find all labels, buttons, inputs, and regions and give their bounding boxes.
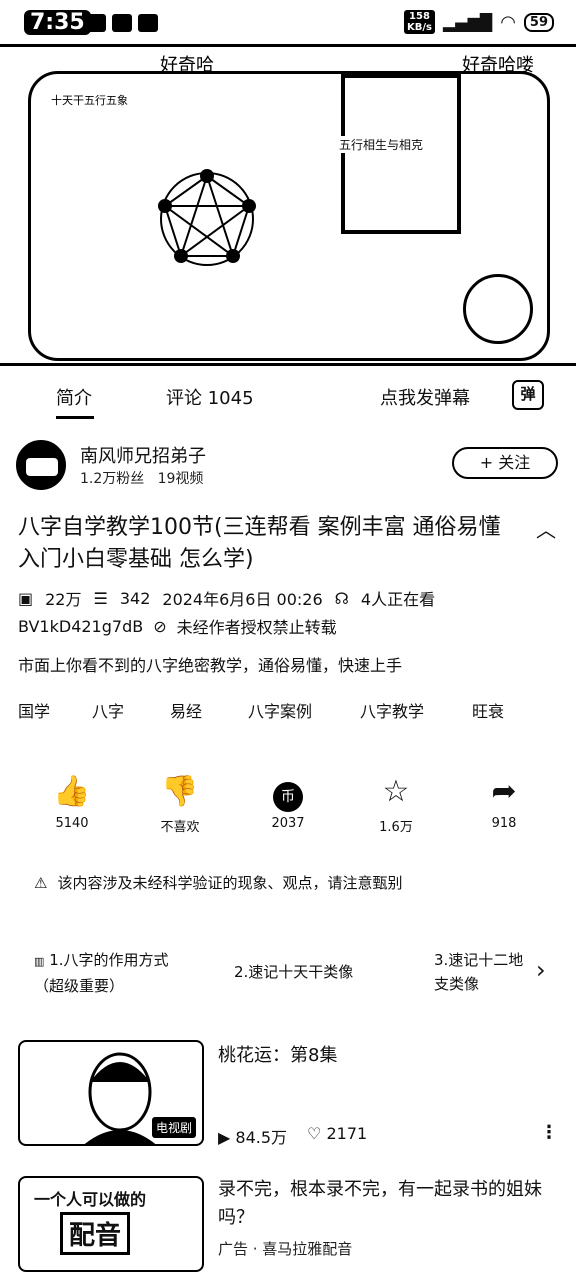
five-elements-diagram — [158, 169, 256, 266]
video-player[interactable]: 好奇哈 好奇哈喽 十天干五行五象 五行相生与相克 — [0, 44, 576, 366]
tag-item[interactable]: 八字 — [92, 698, 170, 722]
content-warning: ⚠ 该内容涉及未经科学验证的现象、观点，请注意甄别 — [34, 872, 402, 893]
more-options-icon[interactable]: ⋮ — [540, 1122, 558, 1143]
views: ▶ 84.5万 — [218, 1128, 288, 1147]
category-badge: 电视剧 — [151, 1117, 196, 1138]
likes: ♡ 2171 — [307, 1124, 368, 1143]
danmu-input[interactable]: 点我发弹幕 — [380, 384, 470, 410]
notification-icons — [86, 14, 158, 32]
playing-icon: ▥ — [34, 955, 45, 968]
share-count: 918 — [491, 816, 517, 831]
star-icon: ☆ — [382, 774, 410, 809]
episode-label: 1.八字的作用方式（超级重要） — [34, 951, 169, 995]
play-icon: ▶ — [218, 1128, 231, 1147]
danmaku-count: 342 — [119, 588, 151, 608]
episode-item[interactable]: ▥ 1.八字的作用方式（超级重要） — [34, 948, 194, 998]
recommendation-thumbnail[interactable]: 电视剧 — [18, 1040, 204, 1146]
tag-item[interactable]: 国学 — [18, 698, 92, 722]
signal-icon: ▂▄▆█ — [442, 12, 493, 32]
active-tab-indicator — [56, 416, 94, 419]
uploader-name[interactable]: 南风师兄招弟子 — [80, 442, 206, 468]
tag-list: 国学 八字 易经 八字案例 八字教学 旺衰 — [18, 698, 504, 722]
tag-item[interactable]: 八字案例 — [248, 698, 360, 722]
coin-icon: 币 — [248, 772, 328, 812]
play-count-icon: ▣ — [18, 588, 34, 608]
video-meta: ▣ 22万 ☰ 342 2024年6月6日 00:26 ☊ 4人正在看 — [18, 586, 435, 610]
chevron-right-icon[interactable]: › — [536, 956, 546, 984]
episode-item[interactable]: 2.速记十天干类像 — [234, 960, 353, 984]
ad-label: 广告 · 喜马拉雅配音 — [218, 1240, 353, 1258]
network-speed: 158 KB/s — [403, 10, 435, 34]
tag-item[interactable]: 八字教学 — [360, 698, 472, 722]
no-repost-icon: ⊘ — [153, 616, 167, 636]
coin-count: 2037 — [271, 816, 305, 831]
recommendation-stats: ▶ 84.5万 ♡ 2171 — [218, 1124, 367, 1148]
video-description: 市面上你看不到的八字绝密教学，通俗易懂，快速上手 — [18, 656, 403, 675]
view-count: 22万 — [45, 590, 82, 609]
episode-item[interactable]: 3.速记十二地支类像 — [434, 948, 530, 996]
thumb-text: 配音 — [60, 1212, 131, 1255]
tab-intro[interactable]: 简介 — [56, 384, 92, 410]
copyright-notice: 未经作者授权禁止转载 — [176, 618, 337, 637]
bvid: BV1kD421g7dB — [18, 616, 144, 636]
status-right: 158 KB/s ▂▄▆█ ◠ 59 — [403, 10, 554, 34]
warning-icon: ⚠ — [34, 873, 48, 892]
clock: 7:35 — [24, 10, 91, 35]
uploader-avatar[interactable] — [16, 440, 66, 490]
presenter-avatar — [463, 274, 533, 344]
thumbs-up-icon: 👍 — [53, 774, 91, 809]
chevron-up-icon[interactable]: ︿ — [536, 514, 556, 543]
recommendation-title[interactable]: 桃花运：第8集 — [218, 1042, 337, 1070]
like-button[interactable]: 👍 5140 — [32, 772, 112, 831]
tab-comments[interactable]: 评论 1045 — [166, 384, 254, 410]
whiteboard: 五行相生与相克 — [339, 74, 461, 234]
notification-icon — [112, 14, 132, 32]
ad-thumbnail[interactable]: 一个人可以做的 配音 — [18, 1176, 204, 1272]
like-count: 5140 — [55, 816, 89, 831]
watchers-icon: ☊ — [334, 588, 349, 608]
favorite-button[interactable]: ☆ 1.6万 — [356, 772, 436, 835]
chart-header: 十天干五行五象 — [51, 94, 128, 107]
favorite-count: 1.6万 — [379, 820, 413, 835]
status-bar: 7:35 158 KB/s ▂▄▆█ ◠ 59 — [0, 0, 576, 44]
tag-item[interactable]: 易经 — [170, 698, 248, 722]
uploader-stats: 1.2万粉丝 19视频 — [80, 471, 204, 487]
heart-icon: ♡ — [307, 1124, 322, 1143]
video-frame: 十天干五行五象 五行相生与相克 — [28, 71, 550, 361]
board-caption: 五行相生与相克 — [339, 136, 424, 153]
notification-icon — [138, 14, 158, 32]
thumbs-down-icon: 👎 — [161, 774, 199, 809]
tab-bar: 简介 评论 1045 点我发弹幕 弹 — [0, 372, 576, 422]
share-icon: ➦ — [491, 774, 517, 809]
follow-button[interactable]: + 关注 — [452, 447, 558, 479]
tag-item[interactable]: 旺衰 — [472, 698, 504, 722]
battery-icon: 59 — [523, 12, 554, 32]
warning-text: 该内容涉及未经科学验证的现象、观点，请注意甄别 — [57, 874, 403, 892]
video-meta-2: BV1kD421g7dB ⊘ 未经作者授权禁止转载 — [18, 614, 337, 638]
coin-button[interactable]: 币 2037 — [248, 772, 328, 831]
thumb-text: 一个人可以做的 — [34, 1190, 147, 1209]
danmu-icon[interactable]: 弹 — [512, 380, 544, 410]
watching-count: 4人正在看 — [360, 590, 436, 609]
notification-icon — [86, 14, 106, 32]
video-title: 八字自学教学100节(三连帮看 案例丰富 通俗易懂 入门小白零基础 怎么学) — [18, 515, 501, 572]
wifi-icon: ◠ — [500, 11, 516, 33]
ad-title[interactable]: 录不完，根本录不完，有一起录书的姐妹吗？ — [218, 1176, 558, 1232]
publish-datetime: 2024年6月6日 00:26 — [162, 590, 323, 609]
dislike-button[interactable]: 👎 不喜欢 — [140, 772, 220, 835]
dislike-label: 不喜欢 — [160, 820, 200, 835]
danmaku-icon: ☰ — [93, 588, 108, 608]
share-button[interactable]: ➦ 918 — [464, 772, 544, 831]
